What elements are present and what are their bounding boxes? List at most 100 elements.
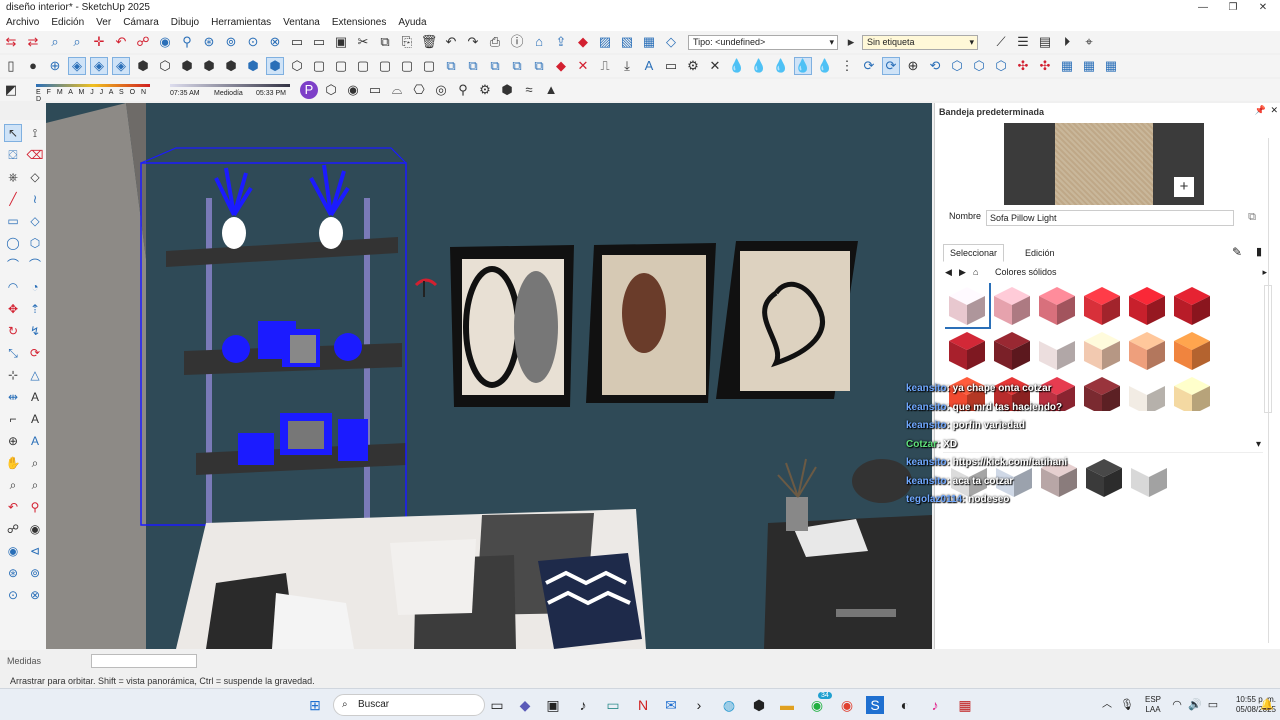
text-tool-icon[interactable]: A (26, 388, 44, 406)
iso-view-icon[interactable]: ⬢ (134, 57, 152, 75)
month-slider[interactable]: E F M A M J J A S O N D (36, 80, 150, 103)
section-4-tool-icon[interactable]: ⊙ (4, 586, 22, 604)
xray-icon[interactable]: ⊕ (46, 57, 64, 75)
details-arrow-icon[interactable]: ▸ (1262, 265, 1267, 279)
zoom-tool-icon[interactable]: ⌕ (26, 454, 44, 472)
tray-scrollbar[interactable] (1268, 138, 1278, 643)
erase-icon[interactable]: 🗑 (420, 33, 438, 51)
new-doc-icon[interactable]: ▯ (2, 57, 20, 75)
create-material-icon[interactable]: + (1174, 177, 1194, 197)
top-view-icon[interactable]: ⬡ (156, 57, 174, 75)
home-icon[interactable]: ⌂ (973, 265, 978, 279)
geo-location-icon[interactable]: ▧ (618, 33, 636, 51)
paint-bucket-icon[interactable]: ⛋ (4, 146, 22, 164)
interact-icon[interactable]: ⇆ (2, 33, 20, 51)
notification-icon[interactable]: 🔔 (1258, 696, 1276, 714)
camera-4-icon[interactable]: ◎ (432, 81, 450, 99)
select-tool-icon[interactable]: ↖ (4, 124, 22, 142)
cube-icon[interactable]: ⬢ (498, 81, 516, 99)
mic-icon[interactable]: 🎙 (1118, 696, 1136, 714)
shaded-texture-icon[interactable]: ⬢ (266, 57, 284, 75)
share-model-icon[interactable]: ⇪ (552, 33, 570, 51)
component-red-icon[interactable]: ✣ (1014, 57, 1032, 75)
teams-icon[interactable]: ◆ (516, 696, 534, 714)
sphere-icon[interactable]: ◉ (344, 81, 362, 99)
arc-2-icon[interactable]: ⌒ (26, 256, 44, 274)
user-icon[interactable]: ● (24, 57, 42, 75)
tag-tool-icon[interactable]: ⎈ (4, 168, 22, 186)
cross-icon[interactable]: ✕ (706, 57, 724, 75)
files-icon[interactable]: ▭ (604, 696, 622, 714)
tag-dropdown[interactable]: Sin etiqueta (862, 34, 978, 50)
push-pull-icon[interactable]: ⇡ (26, 300, 44, 318)
pivot-icon[interactable]: ⇄ (24, 33, 42, 51)
model-info-icon[interactable]: ⓘ (508, 33, 526, 51)
secondary-dropdown-icon[interactable]: ▾ (1256, 439, 1261, 450)
box-3-icon[interactable]: ▢ (354, 57, 372, 75)
material-swatch-item[interactable] (1080, 373, 1124, 411)
zoom-window-icon[interactable]: ⌕ (68, 33, 86, 51)
rectangle-tool-icon[interactable]: ▭ (4, 212, 22, 230)
walk-tool-icon[interactable]: ⚲ (26, 498, 44, 516)
edge-icon[interactable]: ◍ (720, 696, 738, 714)
material-swatch-item[interactable] (1125, 328, 1169, 372)
section-tool-icon[interactable]: ⊲ (26, 542, 44, 560)
next-scene-icon[interactable]: ⏵ (1058, 33, 1076, 51)
arc-3-icon[interactable]: ◠ (4, 278, 22, 296)
eye-tool-icon[interactable]: ◉ (4, 542, 22, 560)
taskbar-search[interactable]: ⌕ Buscar (333, 694, 485, 716)
material-swatch-item[interactable] (1035, 283, 1079, 327)
prev-tool-icon[interactable]: ↶ (4, 498, 22, 516)
grid-2-icon[interactable]: ▦ (1080, 57, 1098, 75)
app-icon[interactable]: ⬢ (750, 696, 768, 714)
sketchup-icon[interactable]: S (866, 696, 884, 714)
store-icon[interactable]: ▣ (544, 696, 562, 714)
scale-tool-icon[interactable]: ⤡ (4, 344, 22, 362)
look-tool-icon[interactable]: ◉ (26, 520, 44, 538)
link-1-icon[interactable]: ⟳ (860, 57, 878, 75)
tray-arrow-icon[interactable]: ︿ (1098, 696, 1116, 714)
back-icon[interactable]: ◀ (945, 265, 952, 279)
print-icon[interactable]: ⎙ (486, 33, 504, 51)
lasso-tool-icon[interactable]: ⟟ (26, 124, 44, 142)
tiktok-icon[interactable]: ♪ (574, 696, 592, 714)
pie-icon[interactable]: ◔ (26, 278, 44, 296)
text-a-icon[interactable]: A (640, 57, 658, 75)
menu-herramientas[interactable]: Herramientas (211, 15, 271, 31)
smoove-icon[interactable]: ✕ (574, 57, 592, 75)
box-outline-icon[interactable]: ⬡ (322, 81, 340, 99)
eyedropper-icon[interactable]: ✎ (1232, 245, 1242, 259)
model-viewport[interactable] (46, 103, 932, 649)
tab-select[interactable]: Seleccionar (943, 244, 1005, 262)
grid-1-icon[interactable]: ▦ (1058, 57, 1076, 75)
move-tool-icon[interactable]: ✥ (4, 300, 22, 318)
tab-edit[interactable]: Edición (1018, 244, 1062, 262)
look-around-icon[interactable]: ◉ (156, 33, 174, 51)
monochrome-icon[interactable]: ⬡ (288, 57, 306, 75)
box-2-icon[interactable]: ▢ (332, 57, 350, 75)
curves-icon[interactable]: ≈ (520, 81, 538, 99)
app-red-icon[interactable]: ▦ (956, 696, 974, 714)
material-swatch-item[interactable] (1125, 373, 1169, 411)
time-slider[interactable]: 07:35 AM Mediodía 05:33 PM (170, 80, 290, 100)
menu-camara[interactable]: Cámara (123, 15, 159, 31)
polygon-tool-icon[interactable]: ⬡ (26, 234, 44, 252)
location-pin-icon[interactable]: ⌖ (1080, 33, 1098, 51)
scenes-icon[interactable]: ▤ (1036, 33, 1054, 51)
secondary-swatch-item[interactable] (1127, 455, 1171, 499)
drop-4-icon[interactable]: 💧 (794, 57, 812, 75)
material-swatch-item[interactable] (945, 283, 991, 329)
measurements-input[interactable] (91, 654, 197, 668)
line-tool-icon[interactable]: ╱ (4, 190, 22, 208)
section-cuts-icon[interactable]: ⊙ (244, 33, 262, 51)
maximize-icon[interactable]: ❐ (1218, 0, 1248, 15)
explorer-icon[interactable]: ▬ (778, 696, 796, 714)
box-4-icon[interactable]: ▢ (376, 57, 394, 75)
shadow-toggle-icon[interactable]: ◩ (2, 81, 20, 99)
zoom-window-tool-icon[interactable]: ⌕ (4, 476, 22, 494)
start-icon[interactable]: ⊞ (306, 696, 324, 714)
position-camera-icon[interactable]: ☍ (134, 33, 152, 51)
eraser-icon[interactable]: ⌫ (26, 146, 44, 164)
material-name-input[interactable]: Sofa Pillow Light (986, 210, 1234, 226)
new-file-icon[interactable]: ▭ (288, 33, 306, 51)
